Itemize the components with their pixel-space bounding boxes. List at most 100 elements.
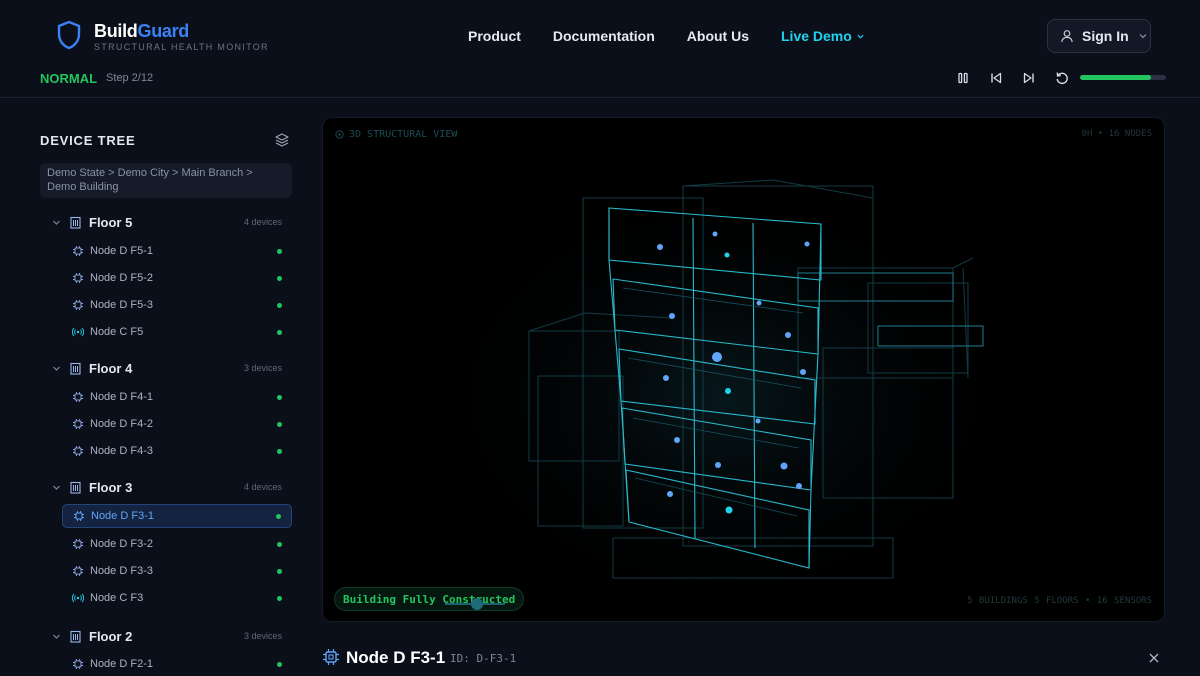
sign-in-label: Sign In xyxy=(1082,28,1129,44)
construction-status-badge: Building Fully Constructed xyxy=(334,587,525,611)
node-id: ID: D-F3-1 xyxy=(450,652,517,665)
sensor-marker xyxy=(657,244,663,250)
step-back-button[interactable] xyxy=(987,69,1004,86)
brand-name: BuildGuard xyxy=(94,21,190,41)
sensor-marker xyxy=(725,388,731,394)
restart-button[interactable] xyxy=(1053,69,1070,86)
chevron-down-icon xyxy=(53,485,60,490)
sensor-marker xyxy=(724,252,730,258)
device-node[interactable]: Node D F2-1 xyxy=(62,652,292,676)
close-icon[interactable] xyxy=(1148,652,1160,664)
chip-icon xyxy=(73,539,83,549)
viewport-stats: 5 BUILDINGS 5 FLOORS • 16 SENSORS xyxy=(967,596,1152,606)
sensor-marker xyxy=(669,313,675,319)
floor-group-2[interactable]: Floor 2 3 devices xyxy=(52,626,292,646)
device-count: 4 devices xyxy=(243,217,282,227)
viewport-time-readout: 0H • 16 NODES xyxy=(1081,129,1152,139)
device-node[interactable]: Node D F4-1 xyxy=(62,385,292,409)
chip-icon xyxy=(73,273,83,283)
device-node[interactable]: Node D F4-3 xyxy=(62,439,292,463)
device-node[interactable]: Node D F5-3 xyxy=(62,293,292,317)
node-details-header: Node D F3-1 ID: D-F3-1 xyxy=(322,644,1165,674)
building-icon xyxy=(70,630,81,643)
floor-name: Floor 3 xyxy=(89,479,133,495)
status-dot xyxy=(277,448,282,454)
structural-3d-viewport[interactable]: 3D STRUCTURAL VIEW 0H • 16 NODES 5 BUILD… xyxy=(322,117,1165,622)
floor-name: Floor 2 xyxy=(89,628,133,644)
status-dot xyxy=(277,661,282,667)
chevron-down-icon xyxy=(53,634,60,639)
chip-icon xyxy=(73,392,83,402)
progress-fill xyxy=(1080,75,1151,80)
chip-icon xyxy=(73,246,83,256)
main-nav: Product Documentation About Us Live Demo xyxy=(468,28,864,44)
status-badge: NORMAL xyxy=(40,71,98,86)
status-dot xyxy=(277,595,282,601)
device-name: Node D F3-3 xyxy=(90,565,153,577)
target-icon xyxy=(335,130,344,139)
device-node[interactable]: Node D F4-2 xyxy=(62,412,292,436)
device-name: Node D F2-1 xyxy=(90,658,153,670)
status-dot xyxy=(277,329,282,335)
floor-group-5[interactable]: Floor 5 4 devices xyxy=(52,212,292,232)
status-dot xyxy=(277,275,282,281)
status-dot xyxy=(277,568,282,574)
building-icon xyxy=(70,362,81,375)
device-node[interactable]: Node D F3-2 xyxy=(62,532,292,556)
chip-icon xyxy=(73,659,83,669)
chevron-down-icon xyxy=(1139,34,1147,39)
layers-icon[interactable] xyxy=(274,132,290,148)
sensor-marker xyxy=(667,491,673,497)
step-forward-button[interactable] xyxy=(1020,69,1037,86)
nav-about-us[interactable]: About Us xyxy=(687,28,749,44)
device-node-selected[interactable]: Node D F3-1 xyxy=(62,504,292,528)
sensor-marker xyxy=(663,375,669,381)
sensor-marker xyxy=(800,369,806,375)
status-dot xyxy=(277,248,282,254)
pause-button[interactable] xyxy=(954,69,971,86)
chip-icon xyxy=(73,446,83,456)
device-node[interactable]: Node D F3-3 xyxy=(62,559,292,583)
pause-icon xyxy=(957,72,968,83)
sensor-marker xyxy=(755,418,761,424)
nav-product[interactable]: Product xyxy=(468,28,521,44)
status-dot xyxy=(276,513,281,519)
building-wireframe-canvas xyxy=(423,178,1023,618)
brand-logo[interactable]: BuildGuard STRUCTURAL HEALTH MONITOR xyxy=(56,20,269,53)
chip-icon xyxy=(73,300,83,310)
sign-in-button[interactable]: Sign In xyxy=(1047,19,1151,53)
sensor-marker xyxy=(756,300,762,306)
device-node[interactable]: Node D F5-1 xyxy=(62,239,292,263)
device-count: 4 devices xyxy=(243,482,282,492)
device-node[interactable]: Node C F3 xyxy=(62,586,292,610)
floor-group-3[interactable]: Floor 3 4 devices xyxy=(52,477,292,497)
radio-signal-icon xyxy=(72,327,84,337)
timeline-slider-handle[interactable] xyxy=(471,598,483,610)
skip-forward-icon xyxy=(1023,72,1034,83)
status-dot xyxy=(277,394,282,400)
sensor-marker xyxy=(780,462,788,470)
building-icon xyxy=(70,216,81,229)
floor-group-4[interactable]: Floor 4 3 devices xyxy=(52,358,292,378)
nav-live-demo[interactable]: Live Demo xyxy=(781,28,864,44)
node-title: Node D F3-1 xyxy=(346,648,446,667)
floor-name: Floor 5 xyxy=(89,214,133,230)
floor-name: Floor 4 xyxy=(89,360,133,376)
playback-controls xyxy=(954,69,1070,86)
building-icon xyxy=(70,481,81,494)
breadcrumb: Demo State > Demo City > Main Branch > D… xyxy=(40,163,292,198)
device-name: Node D F4-3 xyxy=(90,445,153,457)
sensor-marker xyxy=(796,483,802,489)
device-node[interactable]: Node D F5-2 xyxy=(62,266,292,290)
simulation-progress-bar[interactable] xyxy=(1080,75,1166,80)
device-node[interactable]: Node C F5 xyxy=(62,320,292,344)
device-name: Node D F3-2 xyxy=(90,538,153,550)
status-dot xyxy=(277,541,282,547)
chevron-down-icon xyxy=(53,366,60,371)
user-icon xyxy=(1061,30,1073,43)
device-count: 3 devices xyxy=(243,631,282,641)
top-header: BuildGuard STRUCTURAL HEALTH MONITOR Pro… xyxy=(0,0,1200,62)
device-name: Node D F4-1 xyxy=(90,391,153,403)
simulation-status-bar: NORMAL Step 2/12 xyxy=(0,62,1200,98)
nav-documentation[interactable]: Documentation xyxy=(553,28,655,44)
